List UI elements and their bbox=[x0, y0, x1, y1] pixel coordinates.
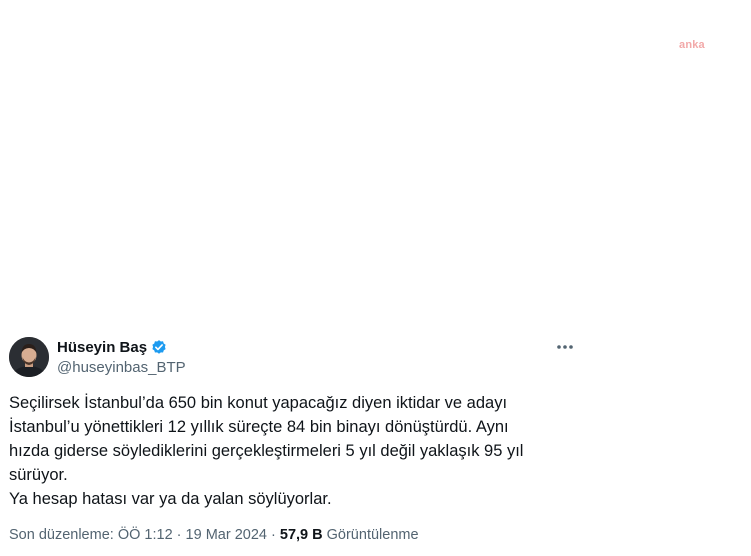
tweet-text-line: hızda giderse söylediklerini gerçekleşti… bbox=[9, 442, 524, 460]
author-display-name[interactable]: Hüseyin Baş bbox=[57, 339, 147, 356]
meta-separator: · bbox=[176, 527, 182, 543]
tweet-text-line: Seçilirsek İstanbul’da 650 bin konut yap… bbox=[9, 394, 508, 412]
tweet-text-line: İstanbul’u yönettikleri 12 yıllık süreçt… bbox=[9, 418, 509, 436]
edited-timestamp-link[interactable]: Son düzenleme: ÖÖ 1:12 bbox=[9, 527, 173, 543]
more-horizontal-icon bbox=[557, 345, 573, 349]
more-options-button[interactable] bbox=[552, 337, 578, 357]
views-label: Görüntülenme bbox=[326, 527, 419, 543]
views-count: 57,9 B bbox=[279, 527, 323, 543]
avatar[interactable] bbox=[9, 337, 49, 377]
verified-badge-icon bbox=[150, 338, 168, 356]
author-handle[interactable]: @huseyinbas_BTP bbox=[57, 359, 186, 376]
anka-watermark: anka bbox=[679, 39, 705, 51]
author-name-row: Hüseyin Baş bbox=[57, 338, 168, 356]
tweet-text-line: Ya hesap hatası var ya da yalan söylüyor… bbox=[9, 490, 332, 508]
tweet-meta-row: Son düzenleme: ÖÖ 1:12 · 19 Mar 2024 · 5… bbox=[9, 527, 419, 543]
meta-separator: · bbox=[271, 527, 276, 543]
tweet-text: Seçilirsek İstanbul’da 650 bin konut yap… bbox=[9, 391, 569, 511]
tweet-text-line: sürüyor. bbox=[9, 466, 68, 484]
tweet-date[interactable]: 19 Mar 2024 bbox=[186, 527, 267, 543]
